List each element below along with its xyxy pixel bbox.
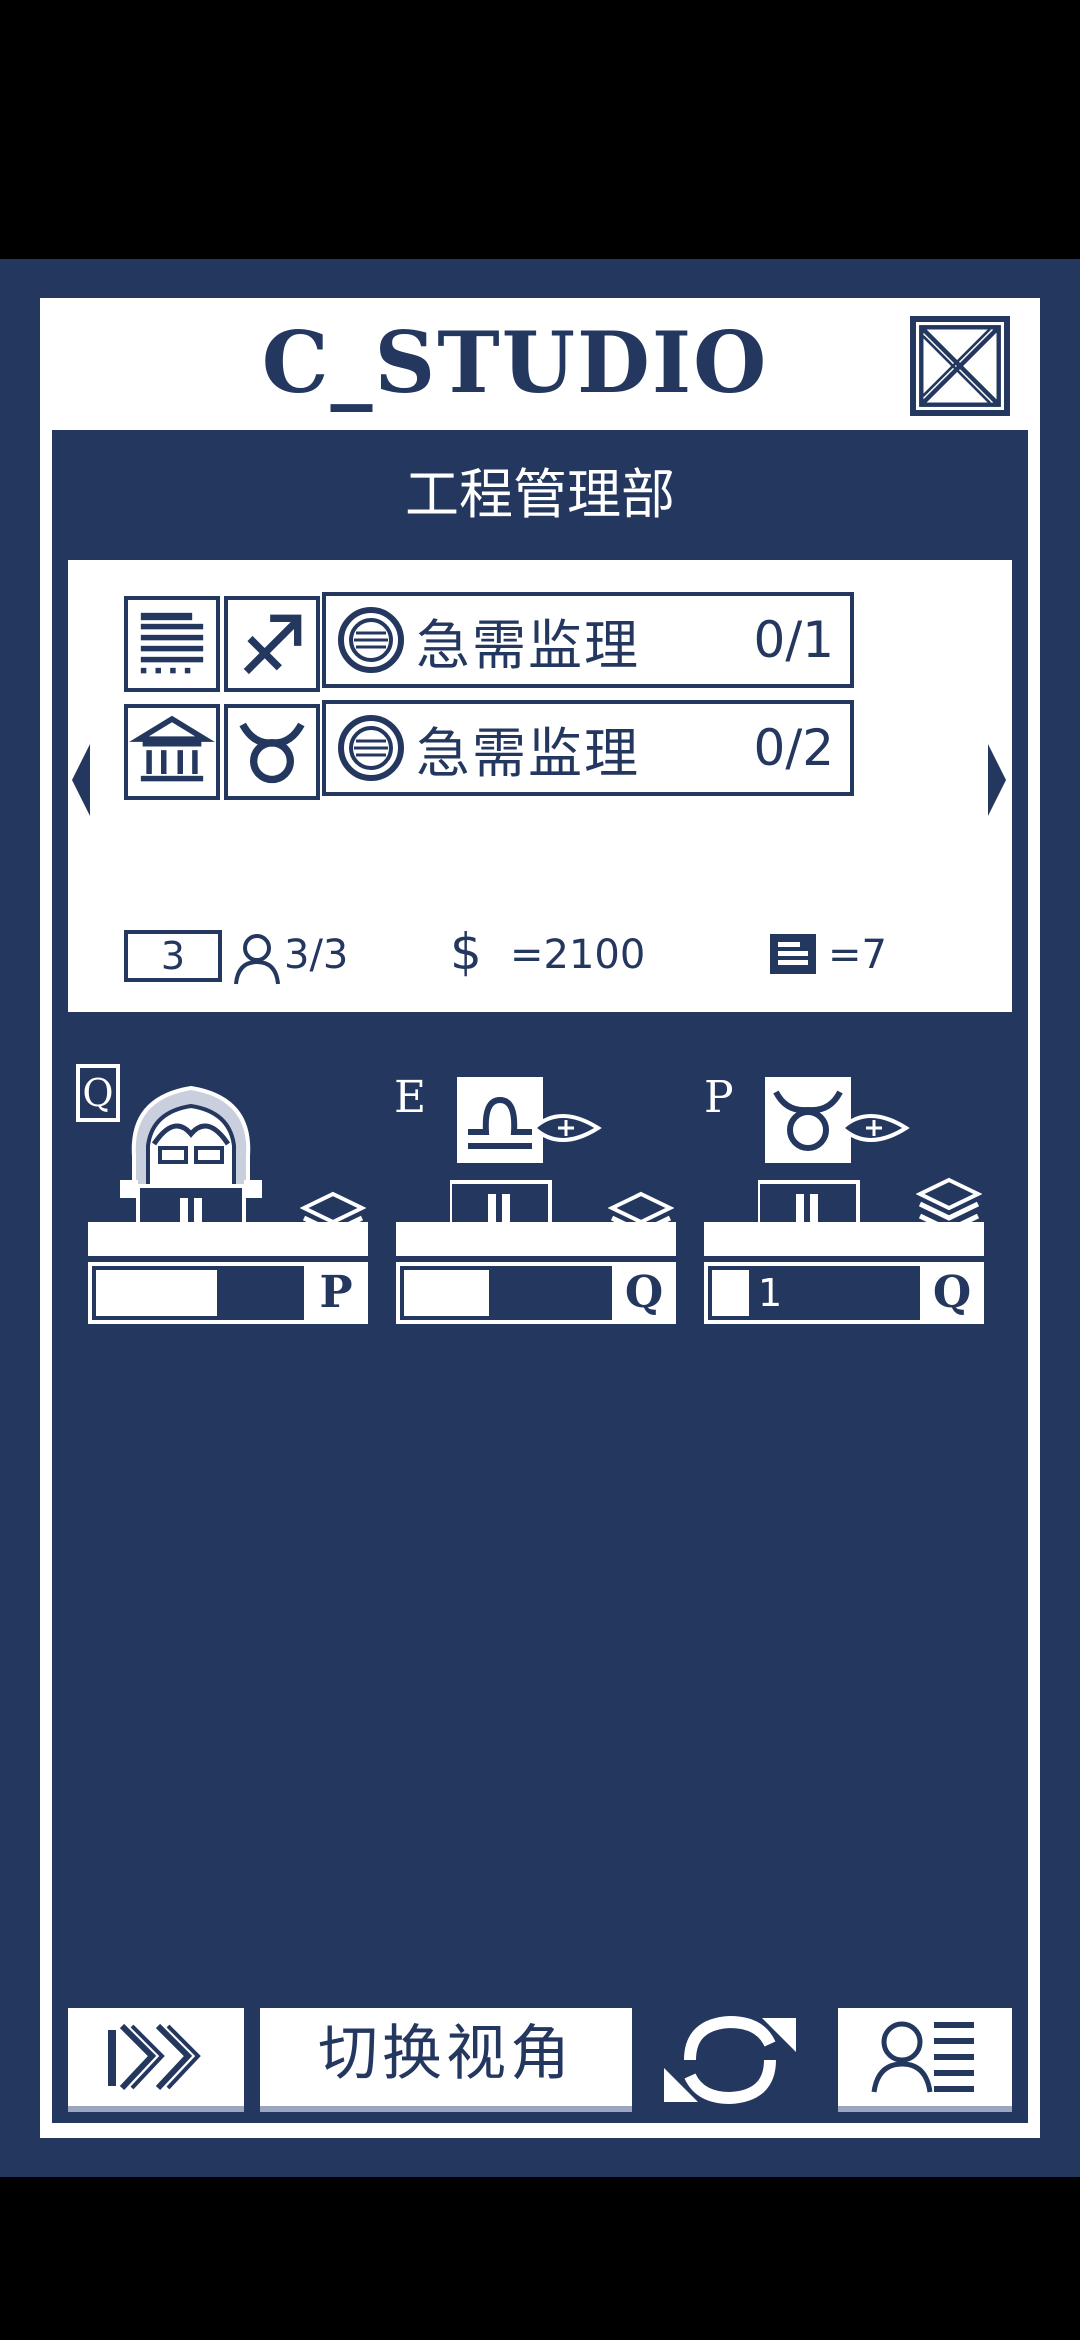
close-icon bbox=[919, 325, 1001, 407]
desk-shelf bbox=[88, 1222, 368, 1256]
coin-icon bbox=[338, 607, 404, 673]
money-value: =2100 bbox=[510, 932, 646, 978]
desk-shelf bbox=[704, 1222, 984, 1256]
coin-icon bbox=[338, 715, 404, 781]
desk-shelf bbox=[396, 1222, 676, 1256]
desk-label-box: Q bbox=[76, 1064, 120, 1122]
task-bar[interactable]: 急需监理 0/2 bbox=[322, 700, 854, 796]
document-count: =7 bbox=[828, 932, 887, 978]
task-count: 0/1 bbox=[753, 611, 834, 669]
task-bar[interactable]: 急需监理 0/1 bbox=[322, 592, 854, 688]
progress-fill bbox=[96, 1270, 217, 1316]
next-page-arrow[interactable] bbox=[988, 744, 1006, 816]
progress-fill bbox=[404, 1270, 489, 1316]
desk-progress: P bbox=[88, 1262, 368, 1324]
taurus-icon[interactable] bbox=[224, 704, 320, 800]
desk-progress: Q bbox=[396, 1262, 676, 1324]
hotkey-badge[interactable]: P bbox=[304, 1266, 364, 1320]
task-name: 急需监理 bbox=[416, 613, 640, 677]
desk-label: P bbox=[704, 1072, 734, 1123]
desk-label: E bbox=[394, 1072, 427, 1123]
progress-text: 1 bbox=[758, 1271, 783, 1315]
fast-forward-button[interactable] bbox=[68, 2008, 244, 2112]
staff-profile-button[interactable] bbox=[838, 2008, 1012, 2112]
task-count: 0/2 bbox=[753, 719, 834, 777]
person-icon bbox=[234, 934, 280, 985]
department-title: 工程管理部 bbox=[405, 463, 675, 526]
desk-label: Q bbox=[82, 1071, 114, 1115]
staff-profile-icon bbox=[871, 2021, 974, 2093]
progress-fill bbox=[712, 1270, 749, 1316]
switch-view-button[interactable]: 切换视角 bbox=[260, 2008, 632, 2112]
temple-icon[interactable] bbox=[124, 704, 220, 800]
fast-forward-icon bbox=[108, 2023, 201, 2091]
close-button[interactable] bbox=[910, 316, 1010, 416]
sagittarius-icon[interactable] bbox=[224, 596, 320, 692]
level-box: 3 bbox=[124, 930, 222, 982]
prev-page-arrow[interactable] bbox=[72, 744, 90, 816]
window-title: C_STUDIO bbox=[261, 313, 769, 412]
document-icon bbox=[770, 934, 816, 974]
money-icon: $ bbox=[450, 923, 482, 981]
task-name: 急需监理 bbox=[416, 721, 640, 785]
switch-view-label: 切换视角 bbox=[318, 2019, 574, 2089]
hotkey-badge[interactable]: Q bbox=[920, 1266, 980, 1320]
staff-count: 3/3 bbox=[284, 932, 349, 978]
desk-progress: 1 Q bbox=[704, 1262, 984, 1324]
refresh-icon[interactable] bbox=[664, 2008, 796, 2112]
hotkey-badge[interactable]: Q bbox=[612, 1266, 672, 1320]
construction-icon[interactable] bbox=[124, 596, 220, 692]
